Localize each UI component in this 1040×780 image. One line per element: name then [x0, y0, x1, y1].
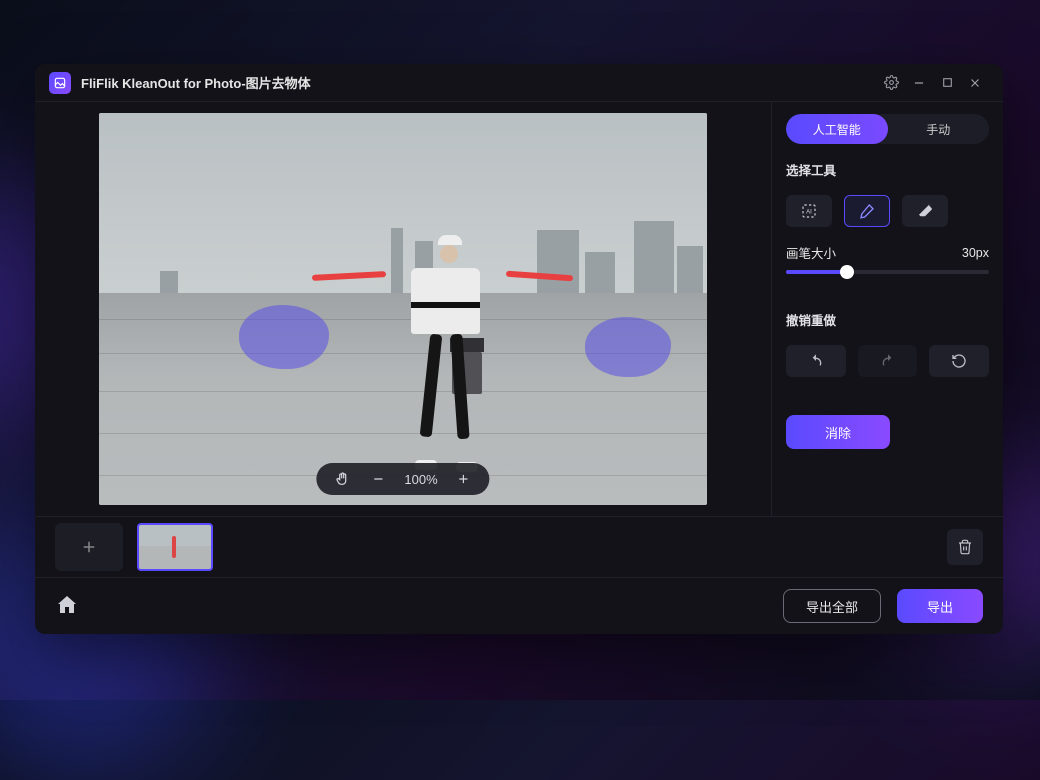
photo-canvas[interactable]: 100%	[99, 113, 707, 505]
erase-button[interactable]: 消除	[786, 415, 890, 449]
tab-manual[interactable]: 手动	[888, 114, 990, 144]
tool-brush[interactable]	[844, 195, 890, 227]
tab-ai[interactable]: 人工智能	[786, 114, 888, 144]
person-figure	[379, 231, 513, 466]
tool-row: AI	[786, 195, 989, 227]
brush-size-label: 画笔大小	[786, 243, 836, 262]
svg-text:AI: AI	[806, 209, 812, 215]
pan-hand-icon[interactable]	[332, 469, 352, 489]
selection-mask	[585, 317, 671, 377]
thumbnail-item[interactable]	[137, 523, 213, 571]
zoom-in-icon[interactable]	[454, 469, 474, 489]
app-icon	[49, 72, 71, 94]
titlebar: FliFlik KleanOut for Photo-图片去物体	[35, 64, 1003, 102]
delete-button[interactable]	[947, 529, 983, 565]
undo-redo-row	[786, 345, 989, 377]
close-icon[interactable]	[961, 69, 989, 97]
brush-size-slider[interactable]	[786, 270, 989, 274]
window-title: FliFlik KleanOut for Photo-图片去物体	[81, 73, 311, 92]
settings-icon[interactable]	[877, 69, 905, 97]
canvas-area: 100%	[35, 102, 771, 516]
undo-button[interactable]	[786, 345, 846, 377]
add-image-button[interactable]	[55, 523, 123, 571]
minimize-icon[interactable]	[905, 69, 933, 97]
home-icon[interactable]	[55, 593, 81, 619]
reset-button[interactable]	[929, 345, 989, 377]
side-panel: 人工智能 手动 选择工具 AI 画笔大小 30px	[771, 102, 1003, 516]
main-body: 100% 人工智能 手动 选择工具 AI	[35, 102, 1003, 516]
export-all-button[interactable]: 导出全部	[783, 589, 881, 623]
brush-size-value: 30px	[962, 246, 989, 260]
zoom-out-icon[interactable]	[368, 469, 388, 489]
redo-button[interactable]	[858, 345, 918, 377]
thumbnail-strip	[35, 516, 1003, 578]
export-button[interactable]: 导出	[897, 589, 983, 623]
zoom-level: 100%	[404, 472, 437, 487]
footer-bar: 导出全部 导出	[35, 578, 1003, 634]
tool-eraser[interactable]	[902, 195, 948, 227]
select-tool-label: 选择工具	[786, 160, 989, 179]
tool-ai-select[interactable]: AI	[786, 195, 832, 227]
app-window: FliFlik KleanOut for Photo-图片去物体	[35, 64, 1003, 634]
mode-tabs: 人工智能 手动	[786, 114, 989, 144]
undo-redo-label: 撤销重做	[786, 310, 989, 329]
maximize-icon[interactable]	[933, 69, 961, 97]
zoom-toolbar: 100%	[316, 463, 489, 495]
selection-mask	[239, 305, 329, 369]
slider-thumb[interactable]	[840, 265, 854, 279]
